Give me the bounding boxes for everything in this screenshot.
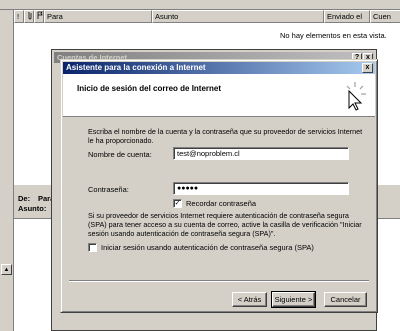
column-sent[interactable]: Enviado el [324,10,370,23]
checkmark-icon: ✓ [174,200,181,207]
column-sent-label: Enviado el [327,12,363,21]
column-to[interactable]: Para [44,10,152,23]
click-pointer-icon [346,82,366,111]
flag-icon [37,11,43,19]
password-input[interactable]: ●●●●● [173,182,349,195]
button-divider [69,280,369,282]
wizard-step-title: Inicio de sesión del correo de Internet [77,84,222,93]
folder-pane: ▲ [0,10,14,331]
remember-password-checkbox[interactable]: ✓ [173,199,182,208]
window-top-strip [0,0,400,10]
wizard-close-button[interactable]: x [362,63,373,73]
column-subject[interactable]: Asunto [152,10,324,23]
intro-text: Escriba el nombre de la cuenta y la cont… [88,127,363,145]
account-name-input[interactable]: test@noproblem.cl [173,147,349,160]
password-label: Contraseña: [88,185,129,194]
connection-wizard-dialog: Asistente para la conexión a Internet x … [60,59,378,313]
column-account[interactable]: Cuen [370,10,400,23]
preview-subject-label: Asunto: [18,204,47,213]
wizard-header: Inicio de sesión del correo de Internet [63,74,375,117]
spa-explanation-text: Si su proveedor de servicios Internet re… [88,211,362,238]
cancel-button[interactable]: Cancelar [324,292,367,307]
empty-list-message: No hay elementos en esta vista. [280,31,387,40]
column-account-label: Cuen [373,12,391,21]
spa-checkbox[interactable] [88,243,97,252]
wizard-titlebar: Asistente para la conexión a Internet x [63,62,375,74]
column-flag[interactable] [34,10,44,23]
priority-icon: ! [17,12,20,21]
scroll-up-button[interactable]: ▲ [1,264,12,275]
column-priority[interactable]: ! [14,10,24,23]
spa-checkbox-label[interactable]: Iniciar sesión usando autenticación de c… [101,243,314,252]
next-button[interactable]: Siguiente > [271,291,316,308]
account-name-label: Nombre de cuenta: [88,150,152,159]
preview-from-label: De: [18,194,31,203]
wizard-title: Asistente para la conexión a Internet [66,63,206,72]
column-attachment[interactable] [24,10,34,23]
remember-password-label[interactable]: Recordar contraseña [186,199,256,208]
message-list-header: ! Para Asunto Enviado el Cuen [14,10,400,23]
back-button[interactable]: < Atrás [232,292,267,307]
column-to-label: Para [47,12,63,21]
column-subject-label: Asunto [155,12,179,21]
attachment-icon [28,12,32,20]
